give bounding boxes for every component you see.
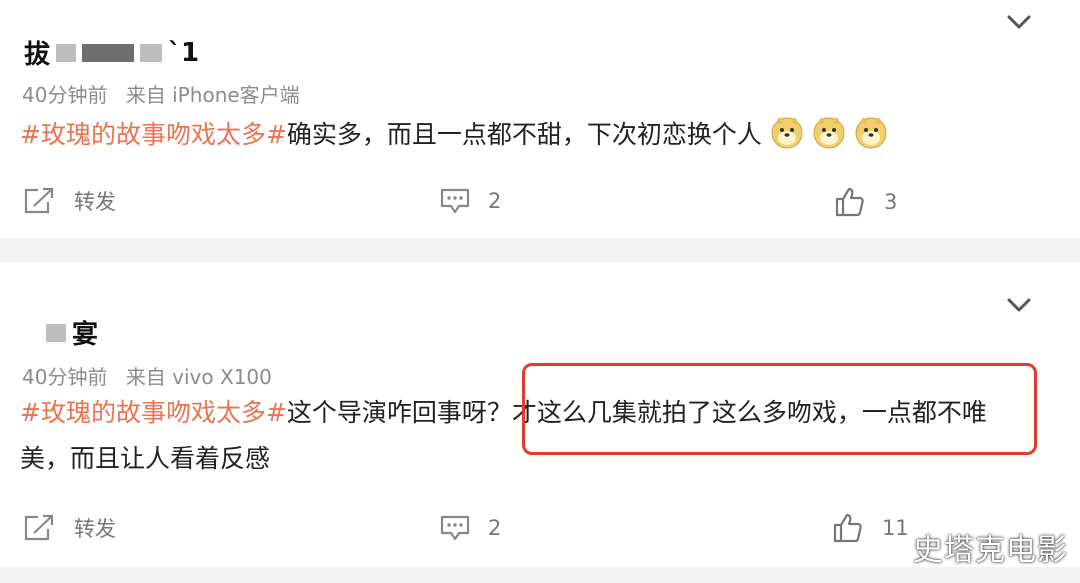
like-count: 3 bbox=[884, 190, 898, 214]
post-time: 40分钟前 bbox=[22, 365, 108, 389]
repost-button[interactable]: 转发 bbox=[22, 513, 116, 543]
repost-icon bbox=[24, 514, 54, 541]
like-button[interactable]: 11 bbox=[832, 512, 909, 544]
repost-icon bbox=[24, 187, 54, 214]
post-content: #玫瑰的故事吻戏太多#确实多，而且一点都不甜，下次初恋换个人 bbox=[20, 112, 1030, 158]
post-source: 来自 iPhone客户端 bbox=[125, 83, 300, 107]
username-prefix: 拔 bbox=[24, 40, 51, 70]
redaction-mosaic bbox=[82, 43, 135, 62]
comment-icon bbox=[440, 515, 470, 541]
hashtag-link[interactable]: #玫瑰的故事吻戏太多# bbox=[20, 398, 287, 427]
redaction-mosaic bbox=[140, 43, 163, 62]
comment-count: 2 bbox=[488, 189, 502, 213]
like-icon bbox=[835, 187, 864, 217]
username[interactable]: 宴 bbox=[24, 314, 98, 351]
comment-button[interactable]: 2 bbox=[440, 187, 501, 215]
doge-emoji-icon bbox=[813, 117, 845, 149]
post-text: 确实多，而且一点都不甜，下次初恋换个人 bbox=[286, 120, 762, 149]
post-meta: 40分钟前 来自 vivo X100 bbox=[22, 361, 272, 390]
post-source: 来自 vivo X100 bbox=[125, 365, 272, 389]
repost-button[interactable]: 转发 bbox=[22, 186, 116, 216]
redaction-mosaic bbox=[46, 323, 66, 342]
username-visible: 宴 bbox=[72, 320, 99, 350]
watermark: 史塔克电影 bbox=[913, 533, 1068, 568]
doge-emoji-icon bbox=[855, 117, 887, 149]
post-card: 拔 `1 40分钟前 来自 iPhone客户端 #玫瑰的故事吻戏太多#确实多，而… bbox=[0, 0, 1080, 238]
like-button[interactable]: 3 bbox=[834, 186, 897, 218]
post-meta: 40分钟前 来自 iPhone客户端 bbox=[22, 79, 300, 108]
username-visible: `1 bbox=[168, 37, 200, 68]
comment-count: 2 bbox=[488, 516, 502, 540]
comment-icon bbox=[440, 188, 470, 214]
username[interactable]: 拔 `1 bbox=[24, 34, 199, 71]
repost-label: 转发 bbox=[74, 190, 116, 214]
comment-button[interactable]: 2 bbox=[440, 514, 501, 542]
like-icon bbox=[833, 513, 862, 543]
highlight-annotation-box bbox=[522, 363, 1037, 455]
hashtag-link[interactable]: #玫瑰的故事吻戏太多# bbox=[20, 120, 287, 149]
like-count: 11 bbox=[882, 516, 909, 540]
redaction-mosaic bbox=[56, 43, 77, 62]
chevron-down-icon[interactable] bbox=[1004, 295, 1034, 315]
doge-emoji-icon bbox=[771, 117, 803, 149]
post-time: 40分钟前 bbox=[22, 83, 108, 107]
chevron-down-icon[interactable] bbox=[1004, 12, 1034, 32]
repost-label: 转发 bbox=[74, 517, 116, 541]
